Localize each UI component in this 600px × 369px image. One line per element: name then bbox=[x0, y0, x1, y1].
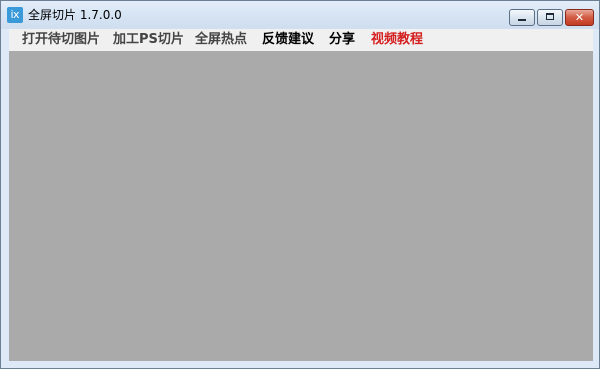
menu-process-ps-slices[interactable]: 加工PS切片 bbox=[113, 32, 184, 48]
maximize-button[interactable] bbox=[537, 9, 563, 26]
title-bar[interactable]: ⅸ 全屏切片 1.7.0.0 ✕ bbox=[1, 1, 599, 29]
menu-video-tutorial[interactable]: 视频教程 bbox=[371, 32, 423, 48]
app-logo-icon: ⅸ bbox=[7, 7, 23, 23]
maximize-icon bbox=[546, 13, 554, 20]
minimize-button[interactable] bbox=[509, 9, 535, 26]
window-bottom-border bbox=[1, 361, 599, 368]
menu-feedback[interactable]: 反馈建议 bbox=[262, 32, 314, 48]
menu-bar: 打开待切图片 加工PS切片 全屏热点 反馈建议 分享 视频教程 bbox=[9, 29, 593, 51]
menu-share[interactable]: 分享 bbox=[329, 32, 355, 48]
app-window: ⅸ 全屏切片 1.7.0.0 ✕ 打开待切图片 加工PS切片 全屏热点 反馈建议… bbox=[0, 0, 600, 369]
work-area[interactable] bbox=[9, 51, 593, 361]
close-icon: ✕ bbox=[574, 11, 585, 24]
window-title: 全屏切片 1.7.0.0 bbox=[28, 8, 122, 22]
minimize-icon bbox=[518, 19, 526, 21]
close-button[interactable]: ✕ bbox=[565, 9, 594, 26]
menu-open-image[interactable]: 打开待切图片 bbox=[22, 32, 100, 48]
menu-fullscreen-hotspot[interactable]: 全屏热点 bbox=[195, 32, 247, 48]
